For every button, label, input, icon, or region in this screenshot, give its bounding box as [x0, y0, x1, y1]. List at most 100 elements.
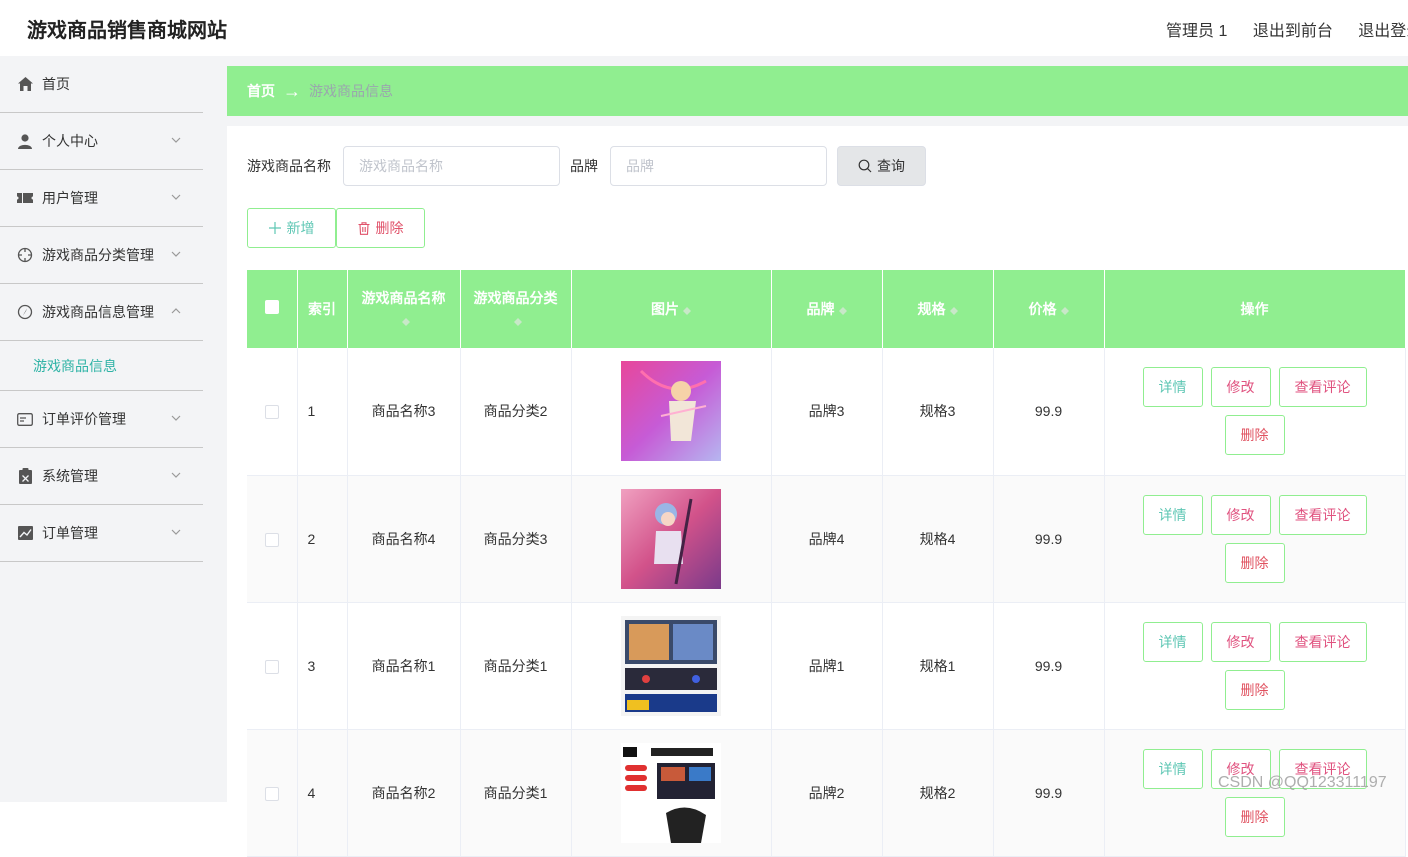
sidebar-item-label: 游戏商品信息管理: [42, 304, 154, 320]
delete-button[interactable]: 删除: [1224, 796, 1285, 837]
logout-link[interactable]: 退出登录: [1358, 23, 1408, 40]
name-label: 游戏商品名称: [247, 158, 331, 174]
sort-icon[interactable]: [401, 314, 410, 328]
row-price: 99.9: [993, 729, 1105, 857]
sidebar-subitem-product-info[interactable]: 游戏商品信息: [0, 341, 203, 391]
admin-user-link[interactable]: 管理员 1: [1166, 23, 1227, 40]
view-comments-button[interactable]: 查看评论: [1278, 494, 1367, 535]
sidebar-item-product-info-management[interactable]: 游戏商品信息管理: [0, 284, 203, 341]
select-all-checkbox[interactable]: [264, 300, 279, 314]
view-comments-button[interactable]: 查看评论: [1278, 621, 1367, 662]
product-table: 索引 游戏商品名称 游戏商品分类 图片 品牌 规格 价格 操作 1 商品名称3 …: [247, 270, 1406, 857]
select-all-cell: [247, 270, 298, 348]
row-select-cell: [247, 348, 298, 476]
trash-icon: [358, 221, 369, 235]
sort-icon[interactable]: [949, 303, 958, 317]
main-content: 首页 → 游戏商品信息 游戏商品名称 品牌 查询 新增 删除: [227, 56, 1408, 857]
column-header-image[interactable]: 图片: [571, 270, 772, 348]
detail-button[interactable]: 详情: [1142, 621, 1203, 662]
sidebar-item-label: 首页: [42, 76, 70, 92]
product-image[interactable]: [621, 361, 721, 462]
brand-input[interactable]: [610, 146, 827, 186]
row-name: 商品名称2: [347, 729, 461, 857]
plus-icon: [268, 222, 281, 234]
row-checkbox[interactable]: [264, 405, 279, 420]
edit-button[interactable]: 修改: [1210, 494, 1271, 535]
row-checkbox[interactable]: [264, 786, 279, 801]
column-header-brand[interactable]: 品牌: [771, 270, 883, 348]
sidebar-item-personal-center[interactable]: 个人中心: [0, 113, 203, 170]
delete-button[interactable]: 删除: [1224, 542, 1285, 583]
sidebar-item-label: 系统管理: [42, 468, 98, 484]
chevron-down-icon: [171, 194, 181, 200]
row-checkbox[interactable]: [264, 659, 279, 674]
column-header-name[interactable]: 游戏商品名称: [347, 270, 461, 348]
card-icon: [17, 411, 33, 427]
table-row: 1 商品名称3 商品分类2 品牌3 规格3 99.9 详情 修改 查看评论 删除: [247, 348, 1406, 476]
breadcrumb-area: 首页 → 游戏商品信息: [227, 56, 1408, 126]
query-button[interactable]: 查询: [837, 146, 926, 186]
row-checkbox[interactable]: [264, 532, 279, 547]
sidebar-item-home[interactable]: 首页: [0, 56, 203, 113]
detail-button[interactable]: 详情: [1142, 748, 1203, 789]
row-image-cell: [571, 475, 772, 603]
sidebar-subitem-label: 游戏商品信息: [33, 357, 117, 374]
chevron-down-icon: [171, 137, 181, 143]
brand-label: 品牌: [570, 158, 598, 174]
row-price: 99.9: [993, 475, 1105, 603]
detail-button[interactable]: 详情: [1142, 494, 1203, 535]
sidebar-item-label: 个人中心: [42, 133, 98, 149]
sidebar-item-label: 游戏商品分类管理: [42, 247, 154, 263]
product-image[interactable]: [621, 742, 721, 843]
table-row: 4 商品名称2 商品分类1 品牌2 规格2 99.9 详情 修改 查看评论 删除: [247, 729, 1406, 857]
row-index: 4: [297, 729, 348, 857]
row-spec: 规格1: [882, 602, 994, 730]
delete-label: 删除: [375, 220, 404, 236]
exit-to-frontend-link[interactable]: 退出到前台: [1253, 23, 1333, 40]
sidebar-item-order-review-management[interactable]: 订单评价管理: [0, 391, 203, 448]
product-image[interactable]: [621, 615, 721, 716]
sidebar-item-system-management[interactable]: 系统管理: [0, 448, 203, 505]
sidebar-item-user-management[interactable]: 用户管理: [0, 170, 203, 227]
sidebar-item-category-management[interactable]: 游戏商品分类管理: [0, 227, 203, 284]
sort-icon[interactable]: [838, 303, 847, 317]
breadcrumb-home[interactable]: 首页: [247, 81, 275, 101]
row-index: 1: [297, 348, 348, 476]
detail-button[interactable]: 详情: [1142, 367, 1203, 408]
edit-button[interactable]: 修改: [1210, 621, 1271, 662]
product-name-input[interactable]: [343, 146, 560, 186]
delete-button[interactable]: 删除: [1224, 669, 1285, 710]
chevron-down-icon: [171, 529, 181, 535]
sort-icon[interactable]: [1060, 303, 1069, 317]
breadcrumb-current: 游戏商品信息: [309, 83, 393, 99]
chevron-up-icon: [171, 308, 181, 314]
table-header-row: 索引 游戏商品名称 游戏商品分类 图片 品牌 规格 价格 操作: [247, 270, 1406, 348]
row-spec: 规格4: [882, 475, 994, 603]
view-comments-button[interactable]: 查看评论: [1278, 367, 1367, 408]
row-select-cell: [247, 475, 298, 603]
row-index: 3: [297, 602, 348, 730]
row-name: 商品名称3: [347, 348, 461, 476]
action-bar: 新增 删除: [247, 208, 425, 248]
edit-button[interactable]: 修改: [1210, 367, 1271, 408]
delete-button[interactable]: 删除: [1224, 415, 1285, 456]
row-actions-cell: 详情 修改 查看评论 删除: [1104, 348, 1406, 476]
column-header-price[interactable]: 价格: [993, 270, 1105, 348]
sort-icon[interactable]: [683, 303, 691, 317]
chart-icon: [17, 525, 33, 541]
row-brand: 品牌1: [771, 602, 883, 730]
row-category: 商品分类1: [460, 602, 572, 730]
chevron-down-icon: [171, 415, 181, 421]
column-header-spec[interactable]: 规格: [882, 270, 994, 348]
row-name: 商品名称4: [347, 475, 461, 603]
product-image[interactable]: [621, 488, 721, 589]
breadcrumb: 首页 → 游戏商品信息: [227, 66, 1408, 116]
column-header-category[interactable]: 游戏商品分类: [460, 270, 572, 348]
row-actions-cell: 详情 修改 查看评论 删除: [1104, 729, 1406, 857]
batch-delete-button[interactable]: 删除: [336, 208, 425, 248]
row-brand: 品牌2: [771, 729, 883, 857]
row-image-cell: [571, 348, 772, 476]
sidebar-item-order-management[interactable]: 订单管理: [0, 505, 203, 562]
add-button[interactable]: 新增: [247, 208, 336, 248]
sort-icon[interactable]: [513, 314, 522, 328]
